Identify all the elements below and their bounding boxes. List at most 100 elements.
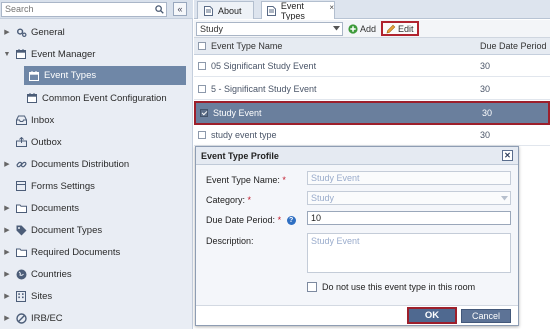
dialog-title-bar: Event Type Profile ✕ [196,147,518,165]
form-icon [15,180,27,192]
calendar-icon [15,48,27,60]
dialog-footer: OK Cancel [196,305,518,325]
category-label: Category: * [206,195,252,205]
sidebar-item-common-event-configuration[interactable]: Common Event Configuration [0,89,192,107]
add-button[interactable]: Add [346,22,378,36]
sidebar-item-label: Documents Distribution [31,158,130,170]
expand-arrow-icon[interactable]: ▶ [3,160,11,168]
search-box[interactable] [1,1,167,17]
tab-event-types[interactable]: Event Types × [261,1,335,21]
folder-icon [15,246,27,258]
sidebar-item-forms-settings[interactable]: Forms Settings [0,177,192,195]
table-row[interactable]: 5 - Significant Study Event 30 [194,79,550,100]
plus-circle-icon [348,23,358,34]
dialog-title: Event Type Profile [201,150,279,161]
category-field[interactable]: Study [307,191,511,205]
sidebar-item-documents-distribution[interactable]: ▶ Documents Distribution [0,155,192,173]
row-checkbox-checked[interactable] [200,109,208,117]
sidebar-item-irb-ec[interactable]: ▶ IRB/EC [0,309,192,327]
expand-arrow-icon[interactable]: ▶ [3,292,11,300]
sidebar-item-label: Event Manager [31,48,96,60]
sidebar-item-event-manager[interactable]: ▼ Event Manager [0,45,192,63]
sidebar-item-inbox[interactable]: Inbox [0,111,192,129]
double-chevron-left-icon: « [177,3,183,14]
calendar-icon [26,92,38,104]
event-type-name-label: Event Type Name: * [206,175,286,185]
row-name: 05 Significant Study Event [211,61,317,71]
row-checkbox[interactable] [198,62,206,70]
sidebar-item-label: Document Types [31,224,103,236]
search-icon[interactable] [152,3,166,16]
sidebar-item-label: Required Documents [31,246,121,258]
sidebar-item-label: Forms Settings [31,180,95,192]
event-type-name-field[interactable]: Study Event [307,171,511,185]
row-name: 5 - Significant Study Event [211,84,317,94]
row-name: study event type [211,130,277,140]
help-icon[interactable]: ? [286,216,296,226]
description-label: Description: [206,236,254,246]
document-icon [267,5,277,16]
edit-button[interactable]: Edit [381,21,419,36]
sidebar-item-label: Countries [31,268,72,280]
expand-arrow-icon[interactable]: ▶ [3,226,11,234]
sidebar-item-sites[interactable]: ▶ Sites [0,287,192,305]
description-field[interactable]: Study Event [307,233,511,273]
required-marker: * [277,215,282,225]
sidebar-item-label: Outbox [31,136,62,148]
row-checkbox[interactable] [198,131,206,139]
collapse-arrow-icon[interactable]: ▼ [3,51,11,58]
required-marker: * [282,175,286,185]
sidebar-item-general[interactable]: ▶ General [0,23,192,41]
event-type-profile-dialog: Event Type Profile ✕ Event Type Name: * … [195,146,519,326]
pencil-icon [386,24,396,34]
do-not-use-checkbox[interactable] [307,282,317,292]
inbox-icon [15,114,27,126]
chevron-down-icon[interactable] [500,194,508,202]
sidebar-item-event-types[interactable]: Event Types [24,66,186,85]
expand-arrow-icon[interactable]: ▶ [3,314,11,322]
ok-button[interactable]: OK [407,307,457,324]
close-tab-icon[interactable]: × [329,3,334,12]
expand-arrow-icon[interactable]: ▶ [3,204,11,212]
sidebar-item-countries[interactable]: ▶ Countries [0,265,192,283]
sidebar-item-required-documents[interactable]: ▶ Required Documents [0,243,192,261]
column-header-due-date[interactable]: Due Date Period [480,41,547,51]
ban-icon [15,312,27,324]
sidebar-item-outbox[interactable]: Outbox [0,133,192,151]
collapse-sidebar-button[interactable]: « [173,2,187,16]
select-all-checkbox[interactable] [198,42,206,50]
table-row-selected[interactable]: Study Event 30 [194,101,550,125]
row-checkbox[interactable] [198,85,206,93]
sidebar: « ▶ General ▼ Event Manager Event Types [0,0,193,329]
cancel-button[interactable]: Cancel [461,309,511,323]
expand-arrow-icon[interactable]: ▶ [3,248,11,256]
category-select[interactable]: Study [196,21,343,36]
building-icon [15,290,27,302]
expand-arrow-icon[interactable]: ▶ [3,270,11,278]
sidebar-item-label: Sites [31,290,53,302]
close-icon[interactable]: ✕ [502,150,513,161]
due-date-period-field[interactable]: 10 [307,211,511,225]
table-row[interactable]: 05 Significant Study Event 30 [194,56,550,77]
required-marker: * [247,195,252,205]
do-not-use-label: Do not use this event type in this room [322,282,476,292]
do-not-use-checkbox-row[interactable]: Do not use this event type in this room [307,282,475,292]
row-due: 30 [482,108,493,118]
search-input[interactable] [2,2,152,16]
link-icon [15,158,27,170]
dialog-body: Event Type Name: * Study Event Category:… [196,165,518,305]
search-bar: « [0,0,193,19]
expand-arrow-icon[interactable]: ▶ [3,28,11,36]
sidebar-item-document-types[interactable]: ▶ Document Types [0,221,192,239]
row-due: 30 [480,84,491,94]
sidebar-item-label: Inbox [31,114,55,126]
tab-bar: About Event Types × [194,0,550,21]
table-row[interactable]: study event type 30 [194,125,550,146]
outbox-icon [15,136,27,148]
add-button-label: Add [360,23,377,34]
column-header-name[interactable]: Event Type Name [211,41,282,51]
chevron-down-icon[interactable] [331,24,341,34]
tab-about[interactable]: About [197,1,254,19]
row-due: 30 [480,61,491,71]
sidebar-item-documents[interactable]: ▶ Documents [0,199,192,217]
